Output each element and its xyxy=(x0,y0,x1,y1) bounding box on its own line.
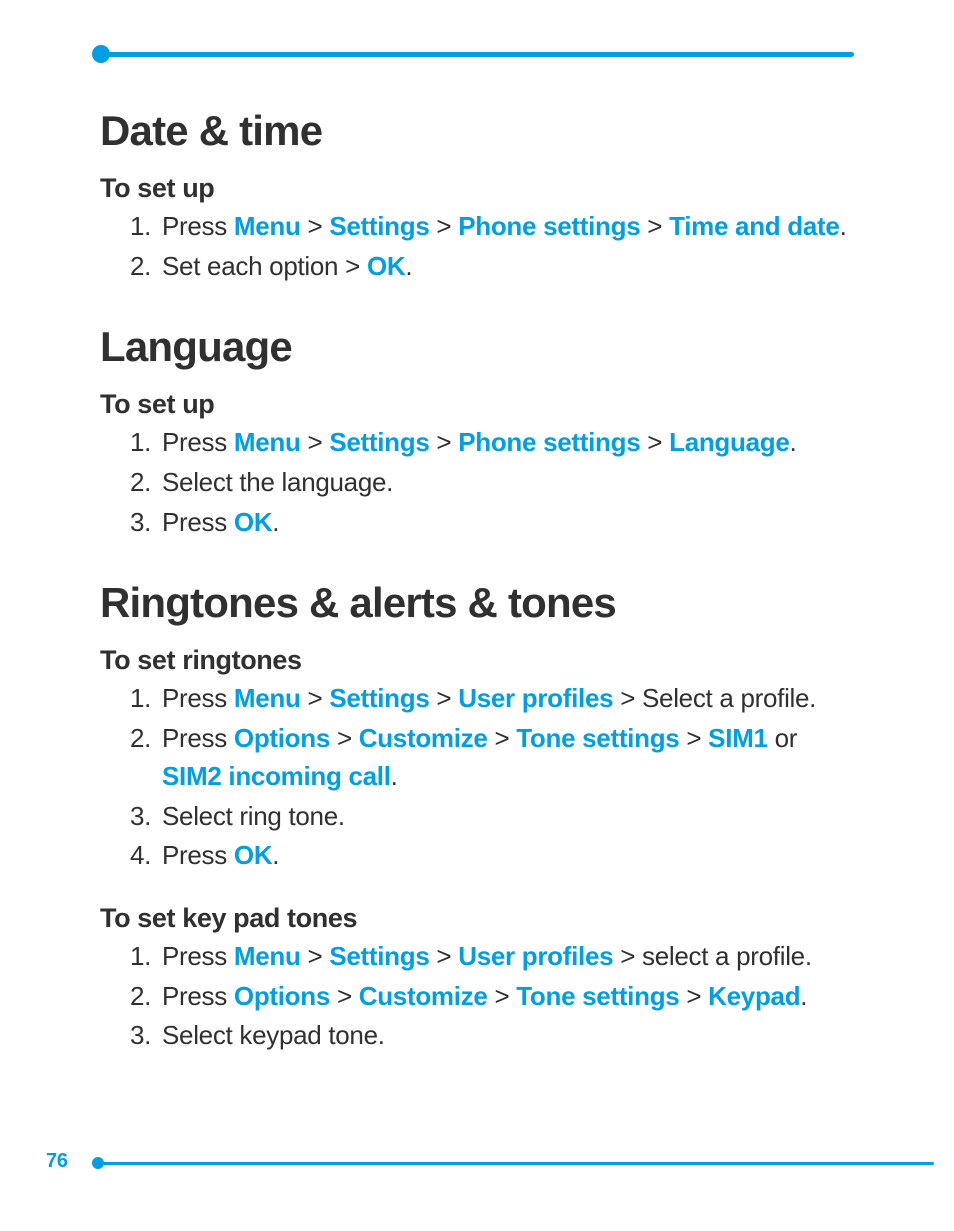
section-heading: Language xyxy=(100,323,854,371)
step-text: Set each option > xyxy=(162,251,367,281)
menu-path-token: Phone settings xyxy=(458,427,640,457)
step-text: . xyxy=(790,427,797,457)
step-text: > Select a profile. xyxy=(613,683,816,713)
step-list: Press Menu > Settings > User profiles > … xyxy=(100,680,854,874)
menu-path-token: Menu xyxy=(234,211,301,241)
header-rule xyxy=(100,52,854,57)
step-text: . xyxy=(840,211,847,241)
step-text: . xyxy=(272,507,279,537)
menu-path-token: Language xyxy=(669,427,789,457)
menu-path-token: Settings xyxy=(329,941,429,971)
menu-path-token: OK xyxy=(234,840,272,870)
step-text: Select keypad tone. xyxy=(162,1020,385,1050)
subsection-heading: To set up xyxy=(100,389,854,420)
step-text: > xyxy=(429,683,458,713)
step-text: > xyxy=(429,941,458,971)
menu-path-token: SIM2 incoming call xyxy=(162,761,391,791)
step-text: > xyxy=(640,211,669,241)
menu-path-token: Tone settings xyxy=(516,981,679,1011)
step-item: Set each option > OK. xyxy=(158,248,854,286)
step-text: . xyxy=(800,981,807,1011)
step-text: . xyxy=(391,761,398,791)
footer-rule xyxy=(100,1162,934,1165)
step-text: > xyxy=(301,211,330,241)
step-text: Press xyxy=(162,981,234,1011)
step-text: . xyxy=(272,840,279,870)
step-text: > xyxy=(488,981,517,1011)
step-text: > xyxy=(679,981,708,1011)
menu-path-token: OK xyxy=(367,251,405,281)
step-text: > xyxy=(301,683,330,713)
step-text: Press xyxy=(162,507,234,537)
step-text: Press xyxy=(162,683,234,713)
menu-path-token: Settings xyxy=(329,683,429,713)
step-item: Press Menu > Settings > User profiles > … xyxy=(158,938,854,976)
menu-path-token: Menu xyxy=(234,941,301,971)
step-text: > select a profile. xyxy=(613,941,812,971)
step-text: > xyxy=(330,723,359,753)
step-text: > xyxy=(301,941,330,971)
subsection-heading: To set key pad tones xyxy=(100,903,854,934)
menu-path-token: OK xyxy=(234,507,272,537)
step-text: > xyxy=(301,427,330,457)
step-text: Press xyxy=(162,723,234,753)
step-item: Press Menu > Settings > Phone settings >… xyxy=(158,424,854,462)
header-rule-dot xyxy=(92,45,110,63)
step-list: Press Menu > Settings > Phone settings >… xyxy=(100,208,854,285)
subsection-heading: To set ringtones xyxy=(100,645,854,676)
step-item: Press Menu > Settings > User profiles > … xyxy=(158,680,854,718)
menu-path-token: SIM1 xyxy=(708,723,767,753)
step-text: > xyxy=(429,211,458,241)
step-text: > xyxy=(429,427,458,457)
menu-path-token: Options xyxy=(234,723,330,753)
step-text: > xyxy=(488,723,517,753)
menu-path-token: Settings xyxy=(329,211,429,241)
menu-path-token: Keypad xyxy=(708,981,800,1011)
step-text: Select ring tone. xyxy=(162,801,345,831)
page: Date & time To set up Press Menu > Setting… xyxy=(0,52,954,1055)
step-text: Press xyxy=(162,840,234,870)
menu-path-token: Customize xyxy=(359,981,488,1011)
menu-path-token: Menu xyxy=(234,427,301,457)
menu-path-token: Menu xyxy=(234,683,301,713)
step-item: Press Options > Customize > Tone setting… xyxy=(158,978,854,1016)
step-text: or xyxy=(768,723,797,753)
step-text: > xyxy=(330,981,359,1011)
menu-path-token: Time and date xyxy=(669,211,839,241)
menu-path-token: Tone settings xyxy=(516,723,679,753)
step-text: Press xyxy=(162,211,234,241)
step-list: Press Menu > Settings > Phone settings >… xyxy=(100,424,854,541)
step-text: . xyxy=(405,251,412,281)
menu-path-token: User profiles xyxy=(458,941,613,971)
menu-path-token: Options xyxy=(234,981,330,1011)
step-item: Select ring tone. xyxy=(158,798,854,836)
step-list: Press Menu > Settings > User profiles > … xyxy=(100,938,854,1055)
section-heading: Ringtones & alerts & tones xyxy=(100,579,854,627)
step-item: Press OK. xyxy=(158,504,854,542)
menu-path-token: User profiles xyxy=(458,683,613,713)
step-text: > xyxy=(679,723,708,753)
section-heading: Date & time xyxy=(100,107,854,155)
step-item: Select the language. xyxy=(158,464,854,502)
step-text: Press xyxy=(162,427,234,457)
step-item: Press Menu > Settings > Phone settings >… xyxy=(158,208,854,246)
step-text: Select the language. xyxy=(162,467,393,497)
step-text: > xyxy=(640,427,669,457)
step-text: Press xyxy=(162,941,234,971)
content: Date & time To set up Press Menu > Setting… xyxy=(100,107,854,1055)
step-item: Press Options > Customize > Tone setting… xyxy=(158,720,854,795)
menu-path-token: Phone settings xyxy=(458,211,640,241)
menu-path-token: Settings xyxy=(329,427,429,457)
step-item: Press OK. xyxy=(158,837,854,875)
menu-path-token: Customize xyxy=(359,723,488,753)
step-item: Select keypad tone. xyxy=(158,1017,854,1055)
subsection-heading: To set up xyxy=(100,173,854,204)
page-number: 76 xyxy=(46,1150,68,1173)
